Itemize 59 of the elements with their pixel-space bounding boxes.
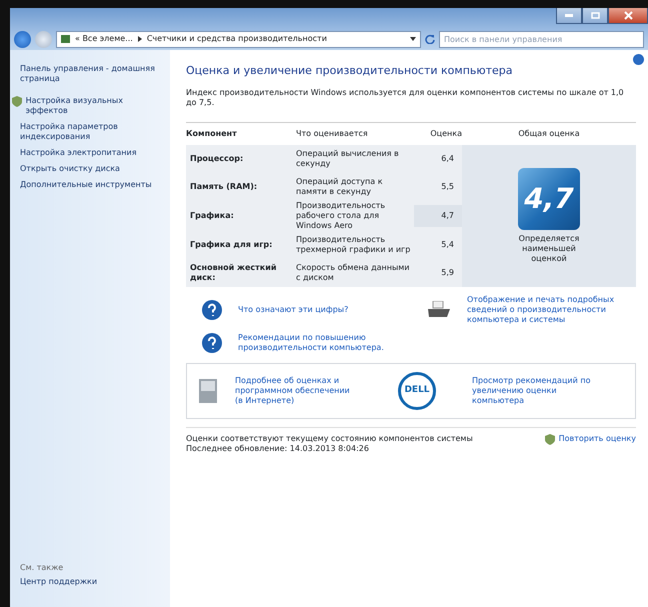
sidebar-link[interactable]: Панель управления - домашняя страница: [20, 64, 162, 84]
intro-text: Индекс производительности Windows используется для оценки компонентов системы по шкале от 1,0 до 7,5.: [186, 88, 625, 108]
table-cell-text: Производительность рабочего стола для Windows Aero: [296, 200, 386, 231]
offer-link[interactable]: Подробнее об оценках и программном обеспечении (в Интернете): [235, 376, 355, 406]
search-field[interactable]: Поиск в панели управления: [439, 30, 644, 48]
chevron-icon: [138, 36, 142, 42]
page-title: Оценка и увеличение производительности компьютера: [186, 64, 514, 78]
overall-score-badge: 4,7: [518, 168, 580, 230]
details-link[interactable]: Отображение и печать подробных сведений о производительности компьютера и системы: [467, 294, 636, 325]
printer-icon: [427, 300, 451, 319]
score-cell: 4,7: [414, 204, 462, 227]
table-cell-text: Операций вычисления в секунду: [296, 148, 400, 169]
minimize-icon: [565, 14, 573, 17]
address-bar[interactable]: « Все элеме... Счетчики и средства производительности: [56, 30, 421, 48]
refresh-icon[interactable]: [425, 34, 435, 44]
table-cell-text: Производительность трехмерной графики и игр: [296, 234, 412, 255]
score-cell-text: 5,5: [440, 182, 455, 192]
column-header: Компонент: [186, 128, 238, 139]
close-button[interactable]: [608, 8, 648, 24]
close-icon: [624, 11, 632, 20]
updated-text: Последнее обновление: 14.03.2013 8:04:26: [186, 444, 370, 454]
sidebar-link[interactable]: Центр поддержки: [20, 577, 162, 587]
column-header: Что оценивается: [296, 128, 369, 139]
score-cell-text: 5,4: [440, 240, 455, 250]
see-also-heading: См. также: [20, 563, 64, 573]
breadcrumb[interactable]: « Все элеме...: [75, 34, 133, 44]
back-button[interactable]: [14, 30, 31, 48]
control-panel-icon: [61, 35, 70, 43]
table-cell-text: Графика для игр:: [189, 240, 274, 250]
maximize-button[interactable]: [582, 8, 608, 24]
minimize-button[interactable]: [556, 8, 582, 24]
help-link[interactable]: Рекомендации по повышению производительности компьютера.: [238, 332, 411, 353]
overall-caption: Определяется наименьшей оценкой: [518, 234, 580, 264]
maximize-icon: [590, 12, 600, 19]
table-cell-text: Память (RAM):: [189, 182, 258, 192]
score-cell-text: 6,4: [440, 154, 455, 164]
sidebar-link[interactable]: Настройка визуальных эффектов: [12, 96, 162, 116]
breadcrumb[interactable]: Счетчики и средства производительности: [146, 34, 327, 44]
sidebar-link[interactable]: Настройка параметров индексирования: [20, 122, 162, 142]
sidebar-link[interactable]: Открыть очистку диска: [20, 164, 162, 174]
rerun-link[interactable]: Повторить оценку: [544, 434, 636, 445]
status-text: Оценки соответствуют текущему состоянию компонентов системы: [186, 434, 473, 444]
offer-link[interactable]: Просмотр рекомендаций по увеличению оценки компьютера: [472, 376, 592, 406]
software-box-icon: [197, 376, 219, 405]
table-cell-text: Операций доступа к памяти в секунду: [296, 176, 384, 197]
shield-icon: [544, 434, 555, 445]
dropdown-icon[interactable]: [410, 37, 416, 41]
score-cell-text: 5,9: [440, 268, 455, 278]
column-header: Общая оценка: [517, 128, 581, 139]
sidebar-link[interactable]: Дополнительные инструменты: [20, 180, 162, 190]
table-cell-text: Графика:: [189, 210, 235, 221]
table-cell-text: Основной жесткий диск:: [189, 262, 278, 283]
sidebar-link[interactable]: Настройка электропитания: [20, 148, 162, 158]
vendor-logo: DELL: [398, 372, 436, 410]
help-link[interactable]: Что означают эти цифры?: [238, 304, 348, 315]
table-cell-text: Процессор:: [189, 154, 244, 164]
shield-icon: [12, 96, 22, 107]
table-cell-text: Скорость обмена данными с диском: [296, 262, 411, 283]
column-header: Оценка: [429, 128, 462, 139]
